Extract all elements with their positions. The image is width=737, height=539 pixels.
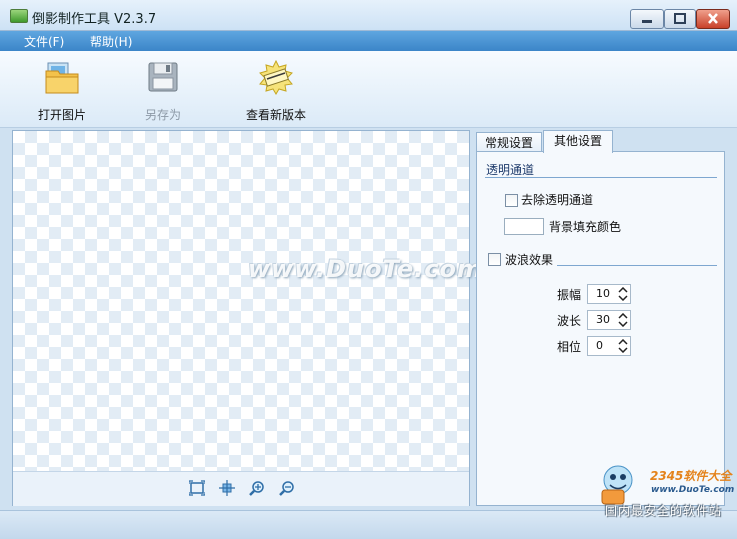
phase-value: 0: [596, 339, 603, 352]
floppy-disk-icon: [148, 62, 178, 92]
maximize-button[interactable]: [664, 9, 696, 29]
close-button[interactable]: [696, 9, 730, 29]
fit-window-icon[interactable]: [189, 480, 205, 496]
brand-name: 2345软件大全: [650, 469, 732, 483]
tab-general-settings[interactable]: 常规设置: [476, 132, 542, 153]
check-update-button[interactable]: 查看新版本: [231, 51, 321, 127]
phase-label: 相位: [557, 340, 582, 354]
actual-size-icon[interactable]: [219, 480, 235, 496]
alpha-group-title: 透明通道: [486, 163, 535, 177]
wave-group-divider: [557, 265, 717, 266]
brand-tagline: 国内最安全的软件站: [605, 504, 723, 518]
spin-arrows-icon[interactable]: [618, 313, 628, 327]
minimize-button[interactable]: [630, 9, 664, 29]
maximize-icon: [674, 13, 686, 24]
close-icon: [708, 13, 718, 24]
background-color-swatch[interactable]: [504, 218, 544, 235]
wavelength-value: 30: [596, 313, 610, 326]
preview-canvas[interactable]: [13, 131, 469, 471]
amplitude-value: 10: [596, 287, 610, 300]
minimize-icon: [642, 20, 652, 23]
tab-other-settings[interactable]: 其他设置: [543, 130, 613, 153]
app-window: 倒影制作工具 V2.3.7 文件(F) 帮助(H) 打开图片 另存为 查看新版本…: [0, 0, 737, 539]
spin-arrows-icon[interactable]: [618, 287, 628, 301]
toolbar: 打开图片 另存为 查看新版本: [0, 51, 737, 128]
brand-url: www.DuoTe.com: [651, 485, 735, 495]
alpha-group-divider: [485, 177, 717, 178]
wavelength-spinbox[interactable]: 30: [587, 310, 631, 330]
check-update-label: 查看新版本: [245, 108, 306, 122]
window-title: 倒影制作工具 V2.3.7: [32, 12, 157, 27]
zoom-out-icon[interactable]: [279, 480, 295, 496]
title-bar[interactable]: 倒影制作工具 V2.3.7: [0, 0, 737, 31]
amplitude-label: 振幅: [557, 288, 582, 302]
open-image-label: 打开图片: [37, 108, 86, 122]
other-settings-panel: 透明通道 去除透明通道 背景填充颜色 波浪效果 振幅 10 波长 30 相位 0: [476, 151, 725, 506]
remove-alpha-checkbox[interactable]: [505, 194, 518, 207]
wave-effect-checkbox[interactable]: [488, 253, 501, 266]
new-version-icon: [259, 59, 293, 95]
background-fill-label: 背景填充颜色: [549, 220, 622, 234]
zoom-in-icon[interactable]: [249, 480, 265, 496]
open-image-button[interactable]: 打开图片: [17, 51, 107, 127]
save-as-label: 另存为: [144, 108, 181, 122]
folder-image-icon: [45, 62, 79, 94]
app-icon: [10, 9, 28, 23]
remove-alpha-label: 去除透明通道: [521, 193, 594, 207]
canvas-toolbar: [13, 471, 469, 506]
save-as-button[interactable]: 另存为: [118, 51, 208, 127]
phase-spinbox[interactable]: 0: [587, 336, 631, 356]
menu-file[interactable]: 文件(F): [24, 33, 64, 50]
wave-effect-label: 波浪效果: [505, 253, 554, 267]
watermark: www.DuoTe.com: [248, 255, 483, 283]
menu-bar: 文件(F) 帮助(H): [0, 31, 737, 51]
menu-help[interactable]: 帮助(H): [90, 33, 132, 50]
preview-panel: [12, 130, 470, 506]
wavelength-label: 波长: [557, 314, 582, 328]
spin-arrows-icon[interactable]: [618, 339, 628, 353]
amplitude-spinbox[interactable]: 10: [587, 284, 631, 304]
